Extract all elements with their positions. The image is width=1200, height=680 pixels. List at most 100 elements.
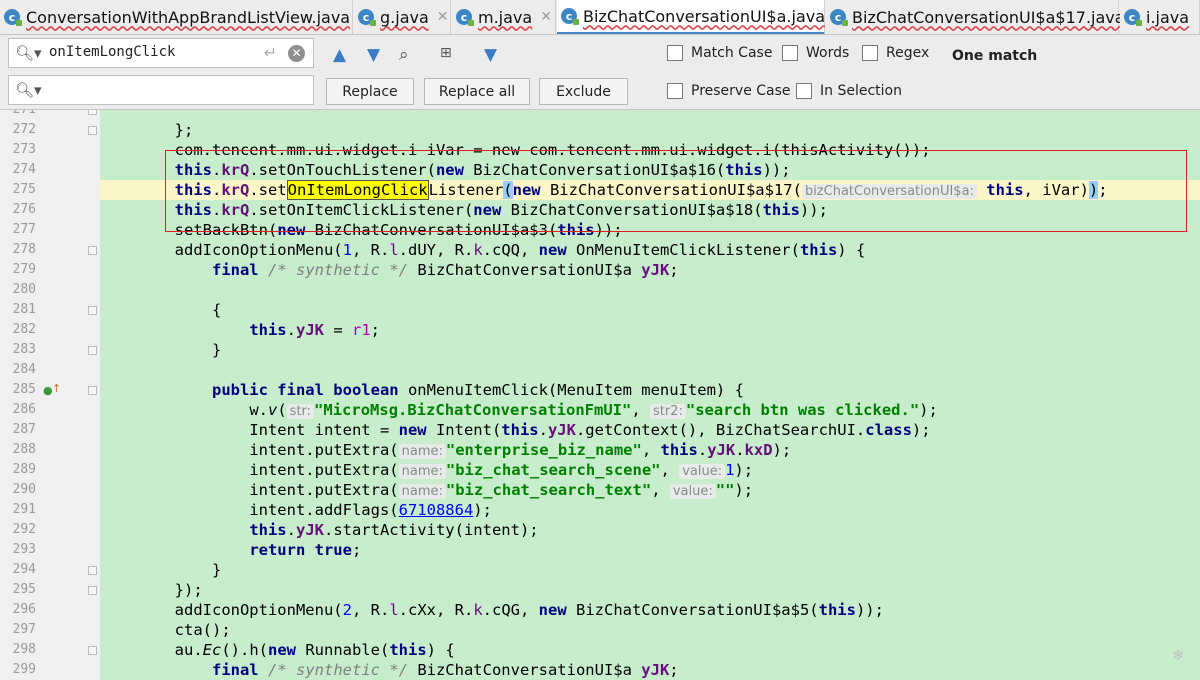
code-line: intent.putExtra(name: "enterprise_biz_nam…: [249, 441, 792, 459]
code-line: }: [211, 561, 222, 579]
gutter-line: 287: [0, 420, 100, 440]
replace-history-icon[interactable]: 🔍︎▾: [15, 81, 42, 99]
replace-button[interactable]: Replace: [326, 78, 414, 105]
checkbox-box[interactable]: [862, 45, 878, 61]
parameter-hint: str:: [286, 404, 315, 419]
gutter-line: 293: [0, 540, 100, 560]
code-line: this.yJK.startActivity(intent);: [249, 521, 539, 539]
previous-occurrence-icon[interactable]: ▲: [333, 45, 346, 65]
search-input-value: onItemLongClick: [49, 44, 176, 60]
tab-label: i.java: [1146, 7, 1190, 27]
line-number: 296: [12, 602, 36, 617]
line-number: 280: [12, 282, 36, 297]
exclude-button[interactable]: Exclude: [539, 78, 628, 105]
line-number: 275: [12, 182, 36, 197]
gutter-line: 284: [0, 360, 100, 380]
code-line: addIconOptionMenu(1, R.l.dUY, R.k.cQQ, n…: [174, 241, 866, 259]
fold-icon[interactable]: [88, 646, 97, 655]
tab-m-java[interactable]: c m.java ✕: [452, 0, 556, 34]
numeric-literal-link[interactable]: 67108864: [399, 501, 474, 519]
fold-icon[interactable]: [88, 306, 97, 315]
gutter-line: 271: [0, 110, 100, 120]
gutter-line: 273: [0, 140, 100, 160]
line-number: 290: [12, 482, 36, 497]
gutter-line: 297: [0, 620, 100, 640]
select-all-occurrences-icon[interactable]: ⊞: [440, 45, 452, 61]
search-history-icon[interactable]: 🔍︎▾: [15, 44, 42, 62]
match-case-label: Match Case: [691, 45, 773, 61]
line-number: 283: [12, 342, 36, 357]
line-number: 297: [12, 622, 36, 637]
fold-icon[interactable]: [88, 246, 97, 255]
tab-label: m.java: [478, 7, 533, 27]
match-case-checkbox[interactable]: Match Case: [667, 45, 772, 61]
close-icon[interactable]: ✕: [540, 9, 552, 25]
close-icon[interactable]: ✕: [437, 9, 449, 25]
fold-icon[interactable]: [88, 126, 97, 135]
gutter-line: 288: [0, 440, 100, 460]
gutter-line: 286: [0, 400, 100, 420]
tab-conversation-with-app-brand-list-view[interactable]: c ConversationWithAppBrandListView.java …: [0, 0, 370, 34]
code-line: public final boolean onMenuItemClick(Men…: [211, 381, 744, 399]
parameter-hint: value:: [679, 464, 726, 479]
code-line: cta();: [174, 621, 231, 639]
words-checkbox[interactable]: Words: [782, 45, 849, 61]
regex-label: Regex: [886, 45, 930, 61]
parameter-hint: name:: [398, 484, 446, 499]
line-number: 295: [12, 582, 36, 597]
gutter-line: 295: [0, 580, 100, 600]
gutter-line: 276: [0, 200, 100, 220]
code-line: final /* synthetic */ BizChatConversatio…: [211, 261, 679, 279]
replace-input[interactable]: 🔍︎▾: [8, 75, 314, 105]
tab-label: BizChatConversationUI$a$17.java: [852, 7, 1125, 27]
fold-icon[interactable]: [88, 586, 97, 595]
code-line: intent.addFlags(67108864);: [249, 501, 492, 519]
code-line: au.Ec().h(new Runnable(this) {: [174, 641, 455, 659]
code-line: return true;: [249, 541, 362, 559]
checkbox-box[interactable]: [782, 45, 798, 61]
tab-bizchat-conversation-ui-a-17[interactable]: c BizChatConversationUI$a$17.java ✕: [826, 0, 1144, 34]
gutter-line: 291: [0, 500, 100, 520]
clear-search-icon[interactable]: ✕: [288, 45, 305, 62]
in-selection-checkbox[interactable]: In Selection: [796, 83, 902, 99]
gutter-line: 277: [0, 220, 100, 240]
code-line: });: [174, 581, 203, 599]
preserve-case-checkbox[interactable]: Preserve Case: [667, 83, 791, 99]
line-number: 274: [12, 162, 36, 177]
fold-icon[interactable]: [88, 386, 97, 395]
code-line: addIconOptionMenu(2, R.l.cXx, R.k.cQG, n…: [174, 601, 884, 619]
search-input[interactable]: 🔍︎▾ onItemLongClick ↵ ✕: [8, 38, 314, 68]
tab-label: BizChatConversationUI$a.java: [583, 6, 826, 26]
find-all-icon[interactable]: ⌕: [399, 45, 409, 65]
tab-g-java[interactable]: c g.java ✕: [354, 0, 451, 34]
filter-icon[interactable]: ▼: [484, 45, 497, 65]
checkbox-box[interactable]: [667, 83, 683, 99]
line-number-gutter: 271 272 273 274 275 276 277 278 279 280 …: [0, 110, 100, 680]
next-occurrence-icon[interactable]: ▼: [367, 45, 380, 65]
replace-all-button[interactable]: Replace all: [424, 78, 530, 105]
gutter-line: 292: [0, 520, 100, 540]
gutter-line: 279: [0, 260, 100, 280]
checkbox-box[interactable]: [667, 45, 683, 61]
fold-icon[interactable]: [88, 346, 97, 355]
line-number: 273: [12, 142, 36, 157]
annotation-red-box: [165, 150, 1187, 232]
gutter-line: 299: [0, 660, 100, 680]
checkbox-box[interactable]: [796, 83, 812, 99]
line-number: 271: [0, 110, 36, 120]
code-line: this.yJK = r1;: [249, 321, 380, 339]
line-number: 294: [12, 562, 36, 577]
gutter-line: 283: [0, 340, 100, 360]
gutter-line: 274: [0, 160, 100, 180]
tab-i-java[interactable]: c i.java: [1120, 0, 1200, 34]
gutter-line: 280: [0, 280, 100, 300]
new-line-icon[interactable]: ↵: [264, 43, 277, 62]
fold-icon[interactable]: [88, 110, 97, 115]
fold-icon[interactable]: [88, 566, 97, 575]
regex-checkbox[interactable]: Regex: [862, 45, 929, 61]
line-number: 292: [12, 522, 36, 537]
code-line: intent.putExtra(name: "biz_chat_search_te…: [249, 481, 754, 499]
tab-bizchat-conversation-ui-a[interactable]: c BizChatConversationUI$a.java ✕: [557, 0, 845, 34]
line-number: 288: [12, 442, 36, 457]
